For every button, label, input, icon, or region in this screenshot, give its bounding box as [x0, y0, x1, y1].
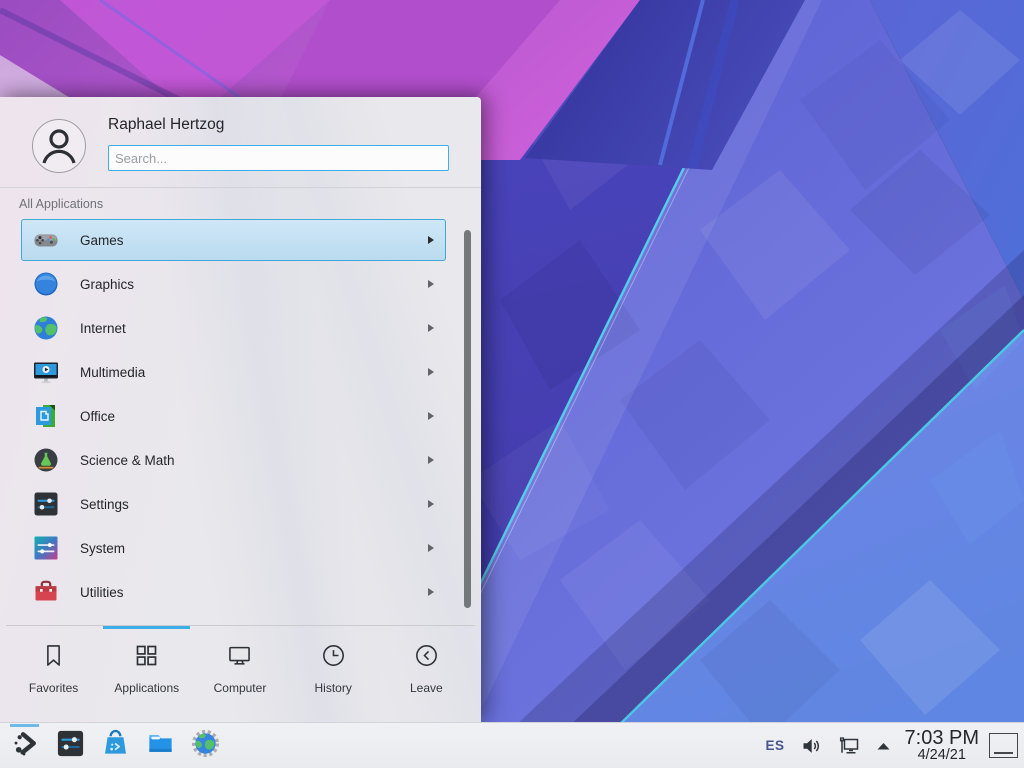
games-icon [32, 226, 60, 254]
application-launcher-menu: Raphael Hertzog All Applications Games G… [0, 97, 481, 722]
category-label: Games [80, 233, 124, 248]
digital-clock[interactable]: 7:03 PM 4/24/21 [905, 728, 979, 764]
science-icon [32, 446, 60, 474]
volume-icon[interactable] [800, 735, 822, 757]
utilities-icon [32, 578, 60, 606]
folder-icon [145, 728, 176, 764]
header-divider [0, 187, 481, 188]
user-name: Raphael Hertzog [108, 116, 224, 134]
show-desktop-button[interactable] [989, 733, 1018, 758]
tab-history[interactable]: History [288, 634, 378, 695]
desktop: Raphael Hertzog All Applications Games G… [0, 0, 1024, 768]
submenu-arrow-icon [428, 456, 434, 464]
discover-taskbar-button[interactable] [98, 728, 132, 764]
category-help[interactable]: Help [21, 615, 446, 625]
web-browser-taskbar-button[interactable] [188, 728, 222, 764]
tab-computer[interactable]: Computer [195, 634, 285, 695]
application-launcher-taskbar-button[interactable] [8, 728, 42, 764]
keyboard-layout-indicator[interactable]: ES [766, 738, 785, 753]
submenu-arrow-icon [428, 588, 434, 596]
active-tab-indicator [103, 626, 190, 629]
submenu-arrow-icon [428, 544, 434, 552]
taskbar: ES 7:03 PM 4/24/21 [0, 722, 1024, 768]
category-label: Settings [80, 497, 129, 512]
network-icon[interactable] [837, 735, 861, 757]
launcher-tabbar: Favorites Applications Computer History … [7, 634, 473, 714]
file-manager-taskbar-button[interactable] [143, 728, 177, 764]
category-utilities[interactable]: Utilities [21, 571, 446, 613]
category-label: Utilities [80, 585, 124, 600]
category-internet[interactable]: Internet [21, 307, 446, 349]
submenu-arrow-icon [428, 236, 434, 244]
history-icon [320, 642, 347, 674]
applications-icon [133, 642, 160, 674]
discover-icon [100, 728, 131, 764]
office-icon [32, 402, 60, 430]
section-label: All Applications [19, 197, 103, 211]
category-graphics[interactable]: Graphics [21, 263, 446, 305]
tab-label: Applications [114, 681, 179, 695]
category-games[interactable]: Games [21, 219, 446, 261]
settings-icon [32, 490, 60, 518]
leave-icon [413, 642, 440, 674]
tab-label: Favorites [29, 681, 78, 695]
category-settings[interactable]: Settings [21, 483, 446, 525]
category-multimedia[interactable]: Multimedia [21, 351, 446, 393]
category-label: Office [80, 409, 115, 424]
category-label: Internet [80, 321, 126, 336]
category-system[interactable]: System [21, 527, 446, 569]
category-label: Multimedia [80, 365, 145, 380]
clock-date: 4/24/21 [905, 748, 979, 763]
tab-label: Computer [214, 681, 267, 695]
submenu-arrow-icon [428, 324, 434, 332]
submenu-arrow-icon [428, 500, 434, 508]
taskbar-launchers [8, 728, 222, 764]
category-label: System [80, 541, 125, 556]
system-settings-taskbar-button[interactable] [53, 728, 87, 764]
system-tray: ES [766, 735, 891, 757]
tab-applications[interactable]: Applications [102, 634, 192, 695]
system-settings-icon [55, 728, 86, 764]
tab-favorites[interactable]: Favorites [9, 634, 99, 695]
submenu-arrow-icon [428, 368, 434, 376]
category-list: Games Graphics Internet Multimedia Offic… [0, 219, 481, 625]
multimedia-icon [32, 358, 60, 386]
clock-time: 7:03 PM [905, 728, 979, 749]
kickoff-icon [10, 728, 41, 764]
submenu-arrow-icon [428, 412, 434, 420]
user-avatar[interactable] [32, 119, 86, 173]
graphics-icon [32, 270, 60, 298]
search-input[interactable] [108, 145, 449, 171]
submenu-arrow-icon [428, 280, 434, 288]
tabbar-divider [6, 625, 475, 626]
category-office[interactable]: Office [21, 395, 446, 437]
globe-gear-icon [190, 728, 221, 764]
scrollbar-thumb[interactable] [464, 230, 471, 608]
tab-label: History [314, 681, 351, 695]
launcher-header: Raphael Hertzog [0, 97, 481, 187]
tab-label: Leave [410, 681, 443, 695]
category-science-math[interactable]: Science & Math [21, 439, 446, 481]
computer-icon [226, 642, 253, 674]
internet-icon [32, 314, 60, 342]
expand-arrow-icon[interactable] [876, 741, 891, 751]
category-label: Science & Math [80, 453, 175, 468]
system-icon [32, 534, 60, 562]
favorites-icon [40, 642, 67, 674]
category-label: Graphics [80, 277, 134, 292]
tab-leave[interactable]: Leave [381, 634, 471, 695]
